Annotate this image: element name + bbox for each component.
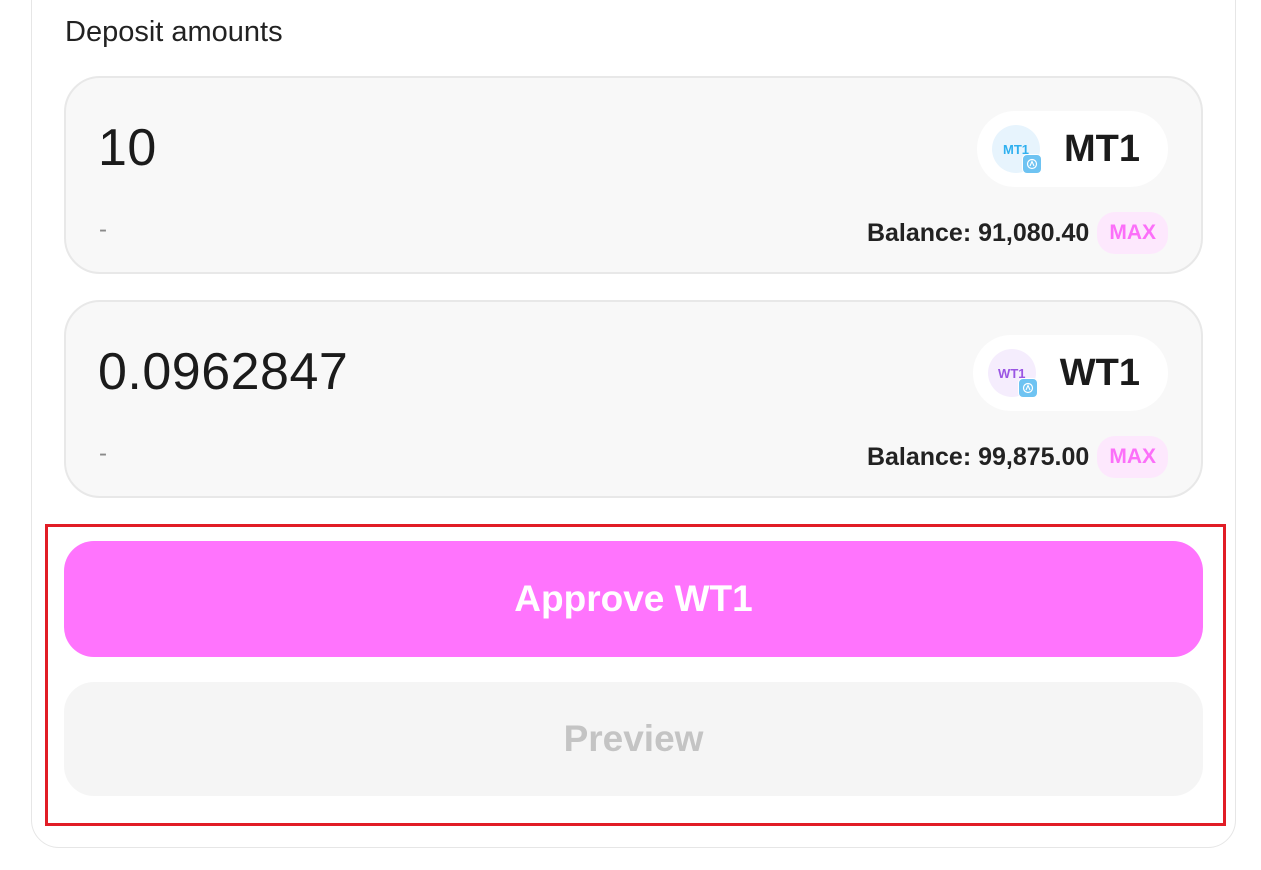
balance-text-wt1: Balance: 99,875.00: [866, 442, 1090, 471]
max-button-wt1[interactable]: MAX: [1097, 436, 1168, 478]
token-amount-box-wt1: 0.0962847 - WT1 WT1 Balance: 99,875.00 M…: [64, 300, 1203, 498]
balance-row-mt1: Balance: 91,080.40 MAX: [867, 212, 1168, 254]
usd-value-wt1: -: [99, 440, 107, 467]
chain-badge-icon: [1017, 378, 1038, 398]
token-logo-icon: WT1: [987, 349, 1038, 398]
deposit-amounts-title: Deposit amounts: [65, 16, 283, 48]
token-logo-icon: MT1: [992, 125, 1042, 174]
balance-text-mt1: Balance: 91,080.40: [866, 218, 1090, 247]
amount-input-mt1[interactable]: 10: [98, 118, 157, 178]
token-symbol-mt1: MT1: [1064, 127, 1140, 170]
chain-badge-icon: [1022, 154, 1042, 174]
usd-value-mt1: -: [99, 216, 107, 243]
token-amount-box-mt1: 10 - MT1 MT1 Balance: 91,080.40 MAX: [64, 76, 1203, 274]
token-selector-mt1[interactable]: MT1 MT1: [977, 111, 1168, 187]
max-button-mt1[interactable]: MAX: [1097, 212, 1168, 254]
amount-input-wt1[interactable]: 0.0962847: [98, 342, 348, 402]
token-symbol-wt1: WT1: [1059, 351, 1140, 394]
balance-row-wt1: Balance: 99,875.00 MAX: [867, 436, 1168, 478]
token-selector-wt1[interactable]: WT1 WT1: [972, 335, 1168, 411]
highlight-box: [45, 524, 1226, 826]
